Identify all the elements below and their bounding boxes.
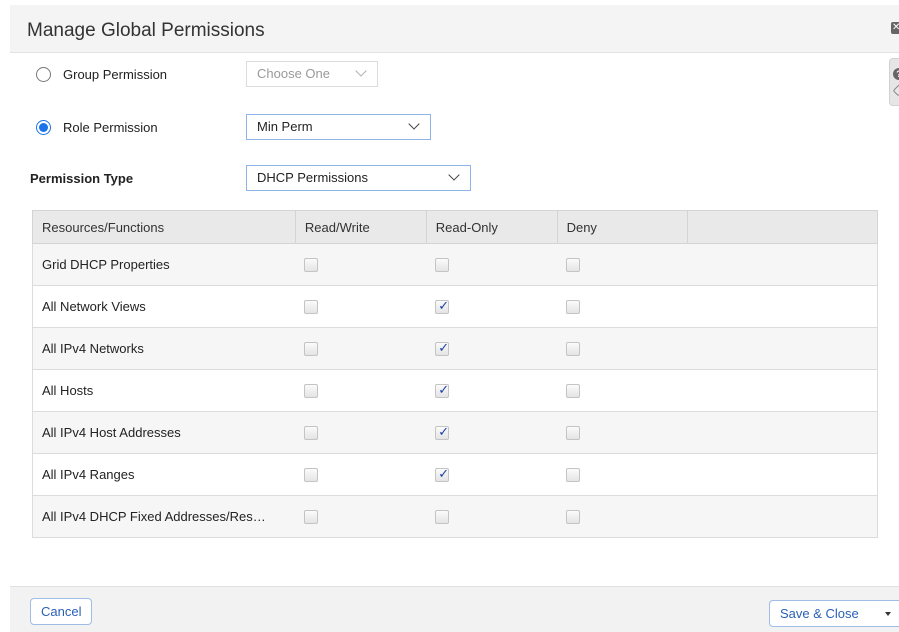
chevron-down-icon: [448, 169, 460, 181]
group-permission-radio[interactable]: [36, 67, 51, 82]
group-permission-select: Choose One: [246, 61, 378, 87]
help-icon[interactable]: ?: [893, 68, 899, 80]
role-permission-label: Role Permission: [63, 120, 158, 135]
deny-checkbox-cell: [557, 453, 688, 496]
read-only-checkbox-cell: [426, 495, 558, 538]
read-write-checkbox[interactable]: [304, 468, 319, 483]
resource-name: All Network Views: [32, 285, 296, 328]
role-permission-radio[interactable]: [36, 120, 51, 135]
deny-checkbox[interactable]: [566, 384, 581, 399]
column-header-deny[interactable]: Deny: [556, 210, 689, 244]
role-permission-select[interactable]: Min Perm: [246, 114, 431, 140]
role-permission-select-value: Min Perm: [257, 119, 313, 134]
deny-checkbox[interactable]: [566, 426, 581, 441]
empty-cell: [687, 243, 878, 286]
table-row: All Network Views: [32, 285, 878, 328]
resource-name: All IPv4 DHCP Fixed Addresses/Res…: [32, 495, 296, 538]
table-row: All Hosts: [32, 369, 878, 412]
read-write-checkbox[interactable]: [304, 510, 319, 525]
read-only-checkbox-cell: [426, 453, 558, 496]
read-only-checkbox-cell: [426, 285, 558, 328]
chevron-down-icon: [355, 65, 367, 77]
column-header-read-write[interactable]: Read/Write: [294, 210, 427, 244]
table-header-row: Resources/Functions Read/Write Read-Only…: [32, 210, 878, 244]
empty-cell: [687, 495, 878, 538]
read-write-checkbox[interactable]: [304, 342, 319, 357]
read-only-checkbox[interactable]: [435, 298, 450, 315]
save-and-close-label: Save & Close: [780, 606, 859, 621]
empty-cell: [687, 411, 878, 454]
resource-name: Grid DHCP Properties: [32, 243, 296, 286]
read-only-checkbox-cell: [426, 369, 558, 412]
read-write-checkbox-cell: [295, 243, 427, 286]
column-header-read-only[interactable]: Read-Only: [425, 210, 558, 244]
group-permission-label: Group Permission: [63, 67, 168, 82]
read-write-checkbox-cell: [295, 327, 427, 370]
read-only-checkbox[interactable]: [435, 510, 450, 525]
read-write-checkbox[interactable]: [304, 258, 319, 273]
resource-name: All IPv4 Ranges: [32, 453, 296, 496]
table-row: All IPv4 Networks: [32, 327, 878, 370]
read-only-checkbox[interactable]: [435, 258, 450, 273]
deny-checkbox-cell: [557, 285, 688, 328]
chevron-down-icon: [408, 118, 420, 130]
read-write-checkbox-cell: [295, 369, 427, 412]
deny-checkbox[interactable]: [566, 300, 581, 315]
save-and-close-button[interactable]: Save & Close: [769, 600, 899, 627]
read-only-checkbox[interactable]: [435, 424, 450, 441]
help-panel-tab[interactable]: ?: [889, 58, 899, 106]
dialog-footer: Cancel Save & Close: [10, 586, 899, 632]
empty-cell: [687, 453, 878, 496]
read-only-checkbox-cell: [426, 243, 558, 286]
resource-name: All IPv4 Host Addresses: [32, 411, 296, 454]
resource-name: All Hosts: [32, 369, 296, 412]
deny-checkbox-cell: [557, 411, 688, 454]
permission-type-select-value: DHCP Permissions: [257, 170, 369, 185]
read-only-checkbox[interactable]: [435, 466, 450, 483]
group-permission-select-value: Choose One: [257, 66, 330, 81]
deny-checkbox-cell: [557, 495, 688, 538]
deny-checkbox-cell: [557, 327, 688, 370]
read-write-checkbox-cell: [295, 495, 427, 538]
empty-cell: [687, 285, 878, 328]
column-header-resources[interactable]: Resources/Functions: [32, 210, 296, 244]
read-only-checkbox[interactable]: [435, 382, 450, 399]
table-row: All IPv4 DHCP Fixed Addresses/Res…: [32, 495, 878, 538]
deny-checkbox[interactable]: [566, 510, 581, 525]
read-only-checkbox[interactable]: [435, 340, 450, 357]
read-write-checkbox[interactable]: [304, 426, 319, 441]
read-only-checkbox-cell: [426, 411, 558, 454]
read-only-checkbox-cell: [426, 327, 558, 370]
caret-down-icon[interactable]: [885, 612, 891, 616]
read-write-checkbox[interactable]: [304, 384, 319, 399]
dialog-title: Manage Global Permissions: [27, 20, 265, 41]
tag-icon: [892, 83, 899, 97]
table-row: All IPv4 Ranges: [32, 453, 878, 496]
permissions-table: Resources/Functions Read/Write Read-Only…: [32, 210, 878, 538]
deny-checkbox-cell: [557, 243, 688, 286]
read-write-checkbox-cell: [295, 453, 427, 496]
deny-checkbox[interactable]: [566, 342, 581, 357]
table-row: All IPv4 Host Addresses: [32, 411, 878, 454]
deny-checkbox-cell: [557, 369, 688, 412]
close-icon[interactable]: ✕: [891, 22, 899, 34]
read-write-checkbox-cell: [295, 285, 427, 328]
empty-cell: [687, 327, 878, 370]
read-write-checkbox[interactable]: [304, 300, 319, 315]
column-header-empty: [687, 210, 878, 244]
permission-type-select[interactable]: DHCP Permissions: [246, 165, 471, 191]
permission-type-label: Permission Type: [30, 171, 134, 186]
dialog-header: Manage Global Permissions ✕: [10, 5, 899, 53]
read-write-checkbox-cell: [295, 411, 427, 454]
resource-name: All IPv4 Networks: [32, 327, 296, 370]
table-row: Grid DHCP Properties: [32, 243, 878, 286]
deny-checkbox[interactable]: [566, 468, 581, 483]
deny-checkbox[interactable]: [566, 258, 581, 273]
empty-cell: [687, 369, 878, 412]
cancel-button[interactable]: Cancel: [30, 598, 93, 625]
